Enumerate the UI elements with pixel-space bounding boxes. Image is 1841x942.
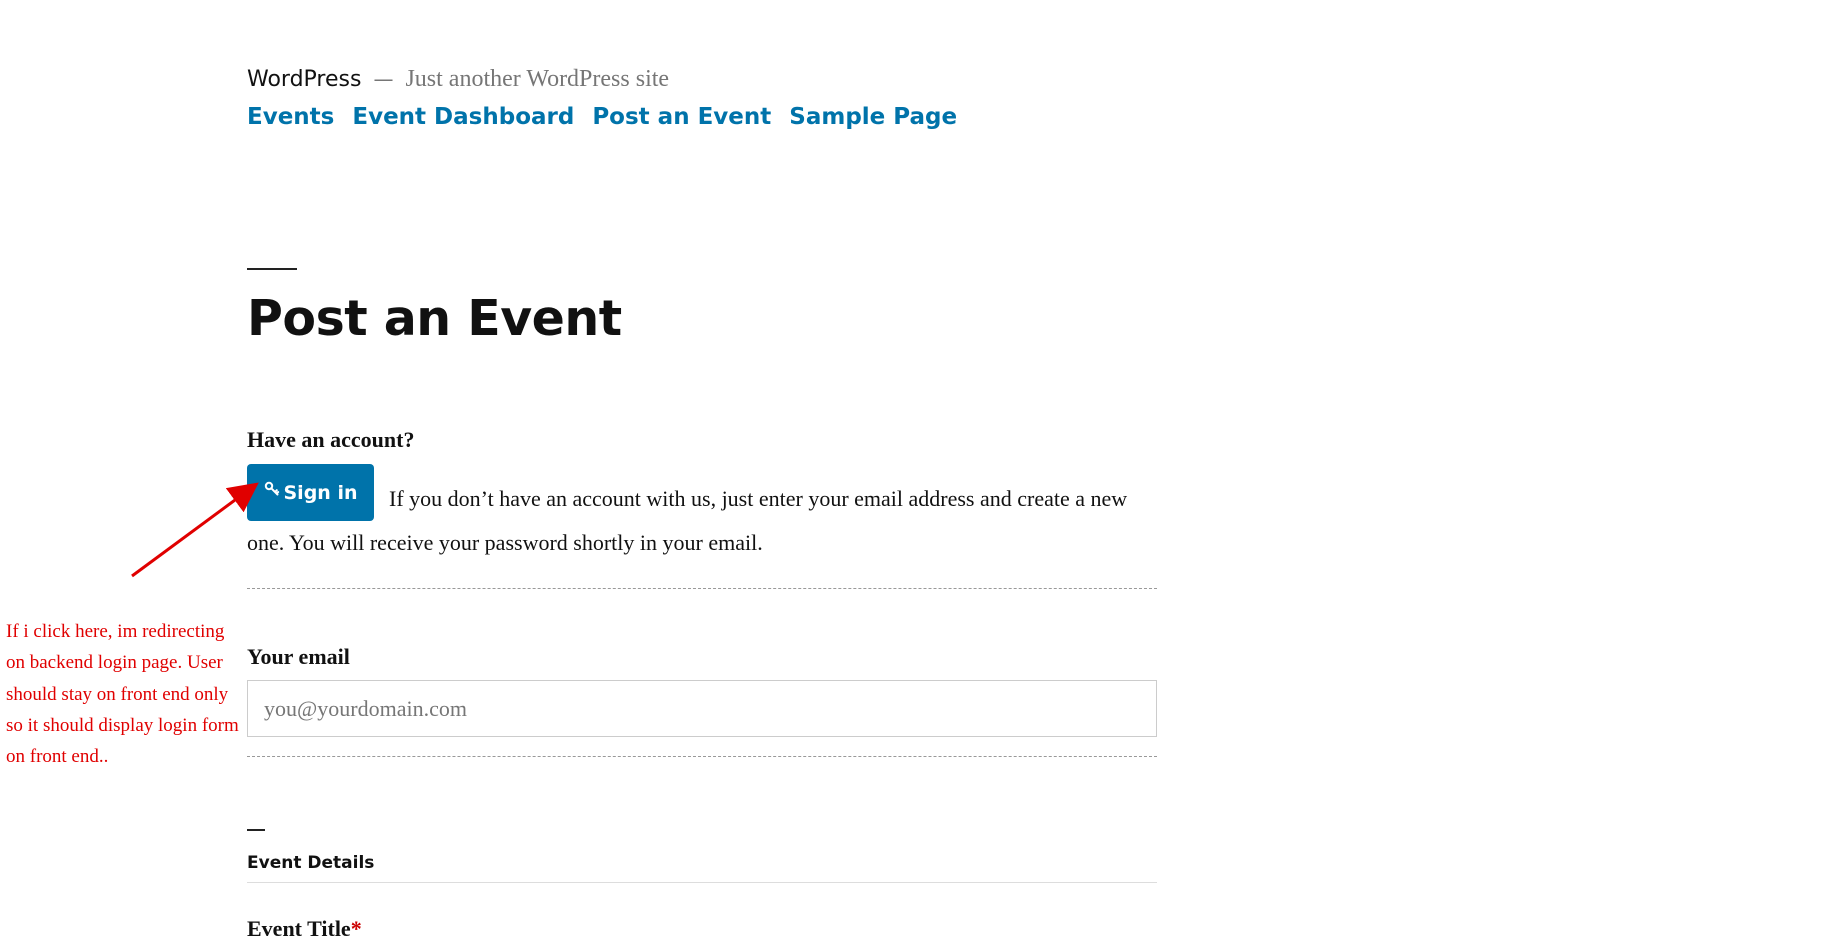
- sign-in-label: Sign in: [283, 481, 358, 504]
- title-divider: [247, 268, 297, 270]
- account-info-text-line-2: one. You will receive your password shor…: [247, 530, 763, 555]
- dashed-divider-bottom: [247, 756, 1157, 757]
- required-indicator: *: [350, 916, 362, 941]
- nav-item-post-an-event[interactable]: Post an Event: [592, 104, 771, 130]
- event-details-divider: [247, 882, 1157, 883]
- account-heading: Have an account?: [247, 427, 415, 452]
- dashed-divider-top: [247, 588, 1157, 589]
- account-info-text-line-1: If you don’t have an account with us, ju…: [389, 486, 1128, 511]
- email-input[interactable]: [247, 680, 1157, 737]
- annotation-line: on front end..: [6, 746, 109, 768]
- annotation-line: on backend login page. User: [6, 652, 223, 674]
- event-details-heading: Event Details: [247, 853, 375, 873]
- nav-item-sample-page[interactable]: Sample Page: [789, 104, 957, 130]
- main-navigation: Events Event Dashboard Post an Event Sam…: [247, 104, 957, 130]
- annotation-line: so it should display login form: [6, 714, 239, 736]
- annotation-line: If i click here, im redirecting: [6, 621, 225, 642]
- annotation-arrow: [131, 482, 259, 578]
- site-branding: WordPress — Just another WordPress site: [247, 66, 669, 93]
- page-title: Post an Event: [247, 290, 622, 347]
- annotation-note: If i click here, im redirecting on backe…: [6, 616, 266, 772]
- event-title-label-text: Event Title: [247, 916, 351, 941]
- site-title-link[interactable]: WordPress: [247, 67, 361, 92]
- nav-item-event-dashboard[interactable]: Event Dashboard: [352, 104, 574, 130]
- section-dash: [247, 829, 265, 831]
- annotation-line: should stay on front end only: [6, 683, 229, 705]
- site-description: Just another WordPress site: [405, 66, 670, 92]
- event-title-label: Event Title*: [247, 916, 362, 942]
- nav-item-events[interactable]: Events: [247, 104, 334, 130]
- site-title-separator: —: [373, 67, 394, 91]
